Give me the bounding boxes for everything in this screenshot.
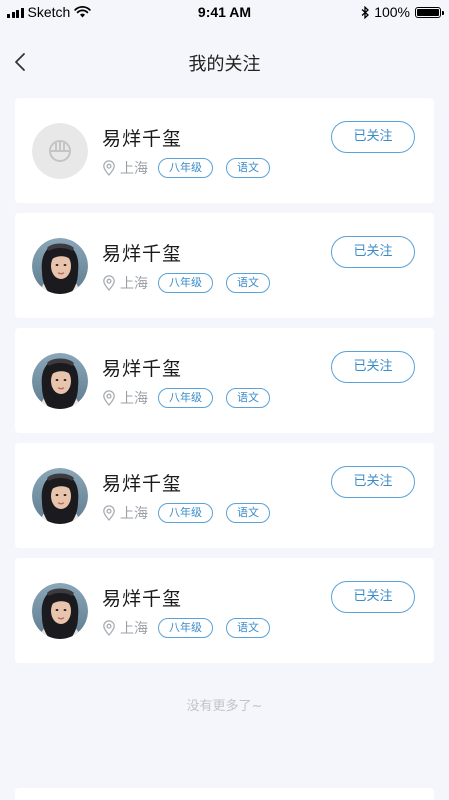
city-label: 上海: [120, 276, 148, 292]
subject-tag: 语文: [226, 503, 270, 523]
page-title: 我的关注: [188, 54, 261, 75]
location-icon: [103, 275, 115, 291]
avatar[interactable]: [32, 583, 88, 639]
subject-tag: 语文: [226, 388, 270, 408]
subject-tag: 语文: [226, 158, 270, 178]
bluetooth-icon: [361, 5, 370, 19]
avatar[interactable]: [32, 238, 88, 294]
location-icon: [103, 505, 115, 521]
battery-percent: 100%: [374, 4, 410, 20]
user-photo: [32, 583, 88, 639]
user-meta: 上海 八年级 语文: [102, 273, 283, 293]
default-avatar-icon: [32, 123, 88, 179]
follow-card[interactable]: 易烊千玺 上海 八年级 语文 已关注: [15, 98, 434, 203]
avatar[interactable]: [32, 468, 88, 524]
user-photo: [32, 468, 88, 524]
followed-button[interactable]: 已关注: [331, 581, 415, 613]
user-meta: 上海 八年级 语文: [102, 388, 283, 408]
followed-button[interactable]: 已关注: [331, 466, 415, 498]
location-icon: [103, 390, 115, 406]
nav-bar: 我的关注: [0, 26, 449, 98]
status-right: 100%: [361, 4, 444, 20]
city-label: 上海: [120, 621, 148, 637]
grade-tag: 八年级: [158, 158, 213, 178]
subject-tag: 语文: [226, 618, 270, 638]
avatar[interactable]: [32, 353, 88, 409]
followed-button[interactable]: 已关注: [331, 121, 415, 153]
follow-card[interactable]: 易烊千玺 上海 八年级 语文 已关注: [15, 558, 434, 663]
user-name: 易烊千玺: [102, 358, 183, 380]
user-photo: [32, 353, 88, 409]
follow-card[interactable]: 易烊千玺 上海 八年级 语文 已关注: [15, 443, 434, 548]
city-label: 上海: [120, 161, 148, 177]
battery-icon: [415, 6, 444, 18]
status-bar: Sketch 9:41 AM 100%: [0, 0, 449, 26]
user-photo: [32, 238, 88, 294]
grade-tag: 八年级: [158, 503, 213, 523]
bottom-bar: [15, 788, 434, 800]
user-name: 易烊千玺: [102, 128, 183, 150]
location-icon: [103, 160, 115, 176]
followed-button[interactable]: 已关注: [331, 236, 415, 268]
grade-tag: 八年级: [158, 388, 213, 408]
avatar[interactable]: [32, 123, 88, 179]
location-icon: [103, 620, 115, 636]
user-meta: 上海 八年级 语文: [102, 158, 283, 178]
user-meta: 上海 八年级 语文: [102, 618, 283, 638]
user-name: 易烊千玺: [102, 243, 183, 265]
follow-card[interactable]: 易烊千玺 上海 八年级 语文 已关注: [15, 328, 434, 433]
followed-button[interactable]: 已关注: [331, 351, 415, 383]
no-more-text: 没有更多了~: [186, 699, 263, 714]
user-name: 易烊千玺: [102, 588, 183, 610]
follow-card[interactable]: 易烊千玺 上海 八年级 语文 已关注: [15, 213, 434, 318]
grade-tag: 八年级: [158, 618, 213, 638]
grade-tag: 八年级: [158, 273, 213, 293]
subject-tag: 语文: [226, 273, 270, 293]
city-label: 上海: [120, 391, 148, 407]
user-name: 易烊千玺: [102, 473, 183, 495]
user-meta: 上海 八年级 语文: [102, 503, 283, 523]
city-label: 上海: [120, 506, 148, 522]
